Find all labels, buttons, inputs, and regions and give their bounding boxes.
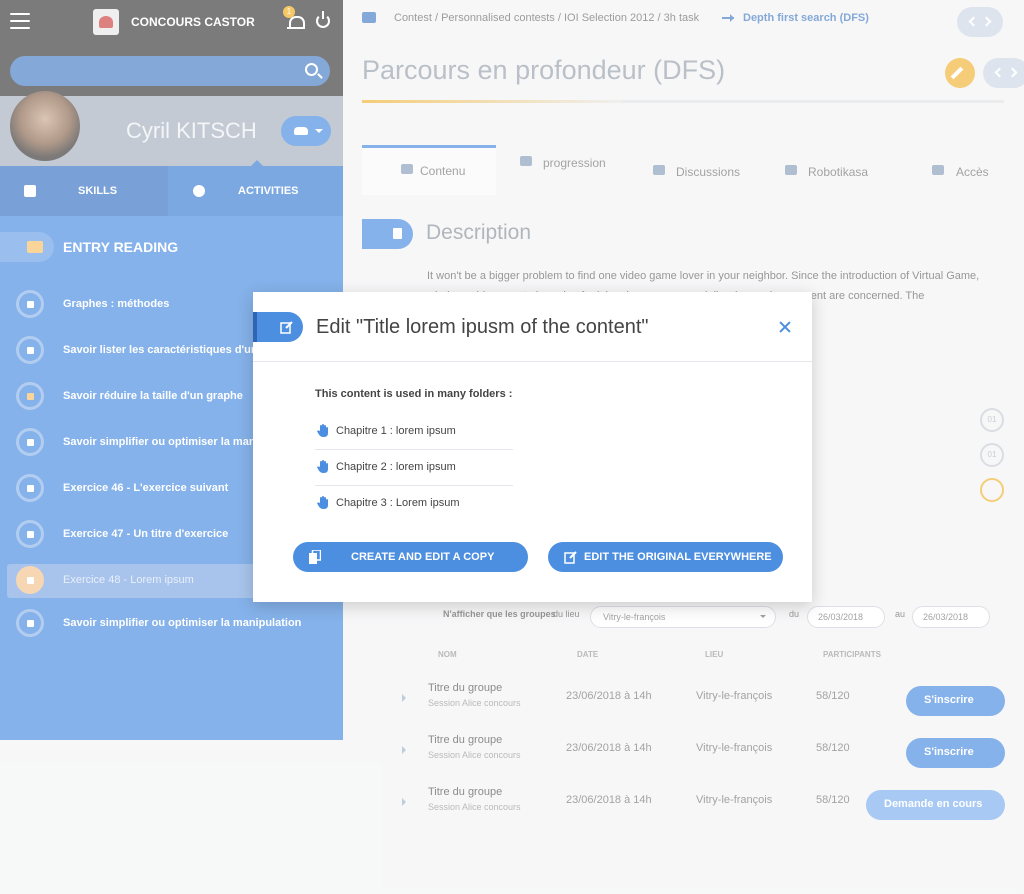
used-in-label: This content is used in many folders : (315, 388, 513, 400)
edit-original-button[interactable]: EDIT THE ORIGINAL EVERYWHERE (548, 542, 783, 572)
close-icon[interactable] (777, 320, 793, 336)
hand-pointer-icon (317, 460, 328, 473)
folder-item[interactable]: Chapitre 1 : lorem ipsum (315, 414, 513, 450)
hand-pointer-icon (317, 496, 328, 509)
hand-pointer-icon (317, 424, 328, 437)
folder-item[interactable]: Chapitre 2 : lorem ipsum (315, 450, 513, 486)
edit-icon (253, 312, 303, 342)
folder-label: Chapitre 1 : lorem ipsum (336, 425, 456, 437)
folder-label: Chapitre 2 : lorem ipsum (336, 461, 456, 473)
create-copy-label: CREATE AND EDIT A COPY (351, 551, 495, 563)
edit-icon (564, 551, 577, 564)
copy-icon (309, 550, 321, 564)
edit-content-modal: Edit "Title lorem ipusm of the content" … (253, 292, 812, 602)
folder-label: Chapitre 3 : Lorem ipsum (336, 497, 460, 509)
modal-title: Edit "Title lorem ipusm of the content" (316, 316, 649, 338)
create-copy-button[interactable]: CREATE AND EDIT A COPY (293, 542, 528, 572)
edit-original-label: EDIT THE ORIGINAL EVERYWHERE (584, 551, 772, 563)
folder-item[interactable]: Chapitre 3 : Lorem ipsum (315, 486, 513, 522)
modal-header: Edit "Title lorem ipusm of the content" (253, 292, 812, 362)
